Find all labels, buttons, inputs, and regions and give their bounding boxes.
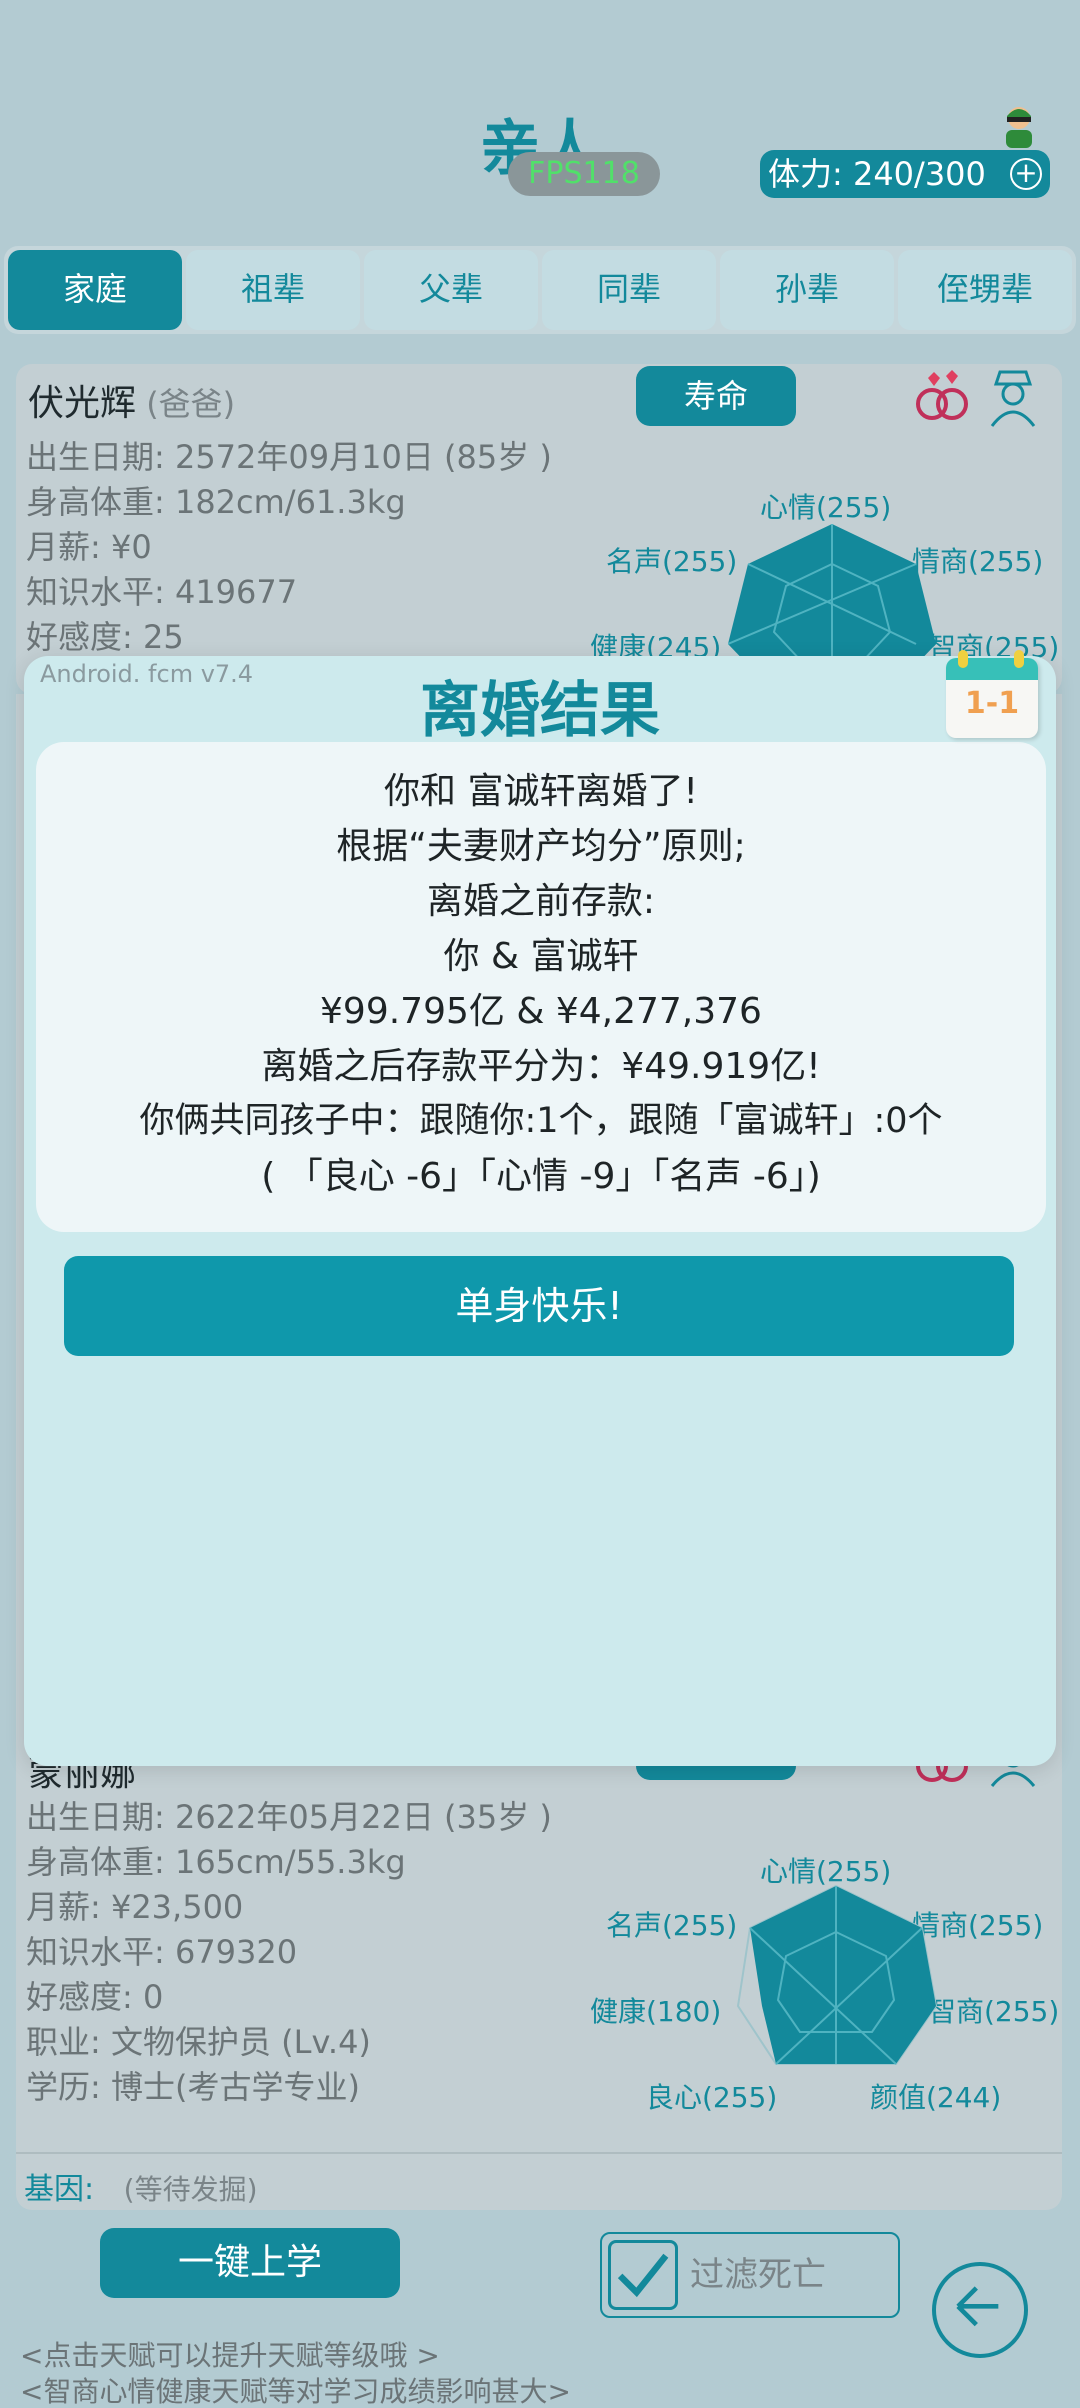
- relation-tabs: 家庭 祖辈 父辈 同辈 孙辈 侄甥辈: [4, 246, 1076, 334]
- card-edge-left: [16, 694, 24, 1764]
- radar-health[interactable]: 健康(180): [590, 1990, 721, 2030]
- back-button[interactable]: [932, 2262, 1028, 2358]
- relative-role: (爸爸): [146, 385, 236, 423]
- relative-card-wife[interactable]: 蒙丽娜 出生日期: 2622年05月22日 (35岁 ) 身高体重: 165cm…: [16, 1728, 1062, 2210]
- tab-parents[interactable]: 父辈: [364, 250, 538, 330]
- tab-grandparents[interactable]: 祖辈: [186, 250, 360, 330]
- filter-label: 过滤死亡: [690, 2255, 826, 2295]
- birth-date: 出生日期: 2572年09月10日 (85岁 ): [26, 438, 552, 476]
- stamina-text: 体力: 240/300: [768, 155, 986, 193]
- life-button[interactable]: 寿命: [636, 366, 796, 426]
- gene-label: 基因:: [24, 2172, 95, 2207]
- person-portrait-icon[interactable]: [986, 368, 1040, 428]
- radar-conscience[interactable]: 良心(255): [646, 2076, 777, 2116]
- filter-checkbox[interactable]: [608, 2240, 678, 2310]
- radar-mood[interactable]: 心情(255): [760, 486, 891, 526]
- gene-value: (等待发掘): [123, 2173, 258, 2206]
- favorability: 好感度: 0: [26, 1978, 164, 2016]
- radar-fame[interactable]: 名声(255): [606, 540, 737, 580]
- calendar-icon[interactable]: 1-1: [944, 650, 1044, 740]
- app-version: Android. fcm v7.4: [40, 660, 254, 688]
- message-line: ¥99.795亿 & ¥4,277,376: [320, 991, 762, 1032]
- relative-name: 伏光辉: [28, 383, 137, 424]
- divorce-result-dialog: 离婚结果 你和 富诚轩离婚了! 根据“夫妻财产均分”原则; 离婚之前存款: 你 …: [24, 656, 1056, 1766]
- message-line: 你和 富诚轩离婚了!: [384, 771, 698, 812]
- calendar-date: 1-1: [964, 686, 1020, 721]
- attribute-radar-chart: [736, 1884, 938, 2065]
- auto-school-button[interactable]: 一键上学: [100, 2228, 400, 2298]
- radar-iq[interactable]: 智商(255): [928, 1990, 1059, 2030]
- hint-text: <智商心情健康天赋等对学习成绩影响甚大>: [20, 2375, 571, 2408]
- divider: [16, 2152, 1062, 2154]
- filter-dead-toggle[interactable]: 过滤死亡: [600, 2232, 900, 2318]
- knowledge-level: 知识水平: 679320: [26, 1933, 298, 1971]
- education: 学历: 博士(考古学专业): [26, 2068, 360, 2106]
- tab-family[interactable]: 家庭: [8, 250, 182, 330]
- radar-looks[interactable]: 颜值(244): [870, 2076, 1001, 2116]
- hint-text: <点击天赋可以提升天赋等级哦 >: [20, 2339, 440, 2372]
- message-line: 你俩共同孩子中：跟随你:1个，跟随「富诚轩」:0个: [139, 1101, 943, 1141]
- message-line: 离婚之后存款平分为：¥49.919亿!: [261, 1046, 821, 1087]
- marriage-rings-icon[interactable]: [912, 368, 974, 424]
- gene-row: 基因: (等待发掘): [24, 2164, 258, 2208]
- arrow-left-icon: [956, 2286, 999, 2327]
- tab-peers[interactable]: 同辈: [542, 250, 716, 330]
- favorability: 好感度: 25: [26, 618, 184, 656]
- stamina-bar: 体力: 240/300 +: [760, 150, 1050, 198]
- player-avatar-icon[interactable]: [998, 104, 1040, 150]
- confirm-button[interactable]: 单身快乐!: [64, 1256, 1014, 1356]
- knowledge-level: 知识水平: 419677: [26, 573, 298, 611]
- message-line: ( 「良心 -6」「心情 -9」「名声 -6」): [261, 1156, 821, 1197]
- checkmark-icon: [617, 2253, 669, 2298]
- add-stamina-icon[interactable]: +: [1010, 158, 1042, 190]
- tab-grandchildren[interactable]: 孙辈: [720, 250, 894, 330]
- occupation: 职业: 文物保护员 (Lv.4): [26, 2023, 371, 2061]
- relative-card-father[interactable]: 伏光辉 (爸爸) 寿命 出生日期: 2572年09月10日 (85岁 ) 身高体…: [16, 364, 1062, 694]
- height-weight: 身高体重: 182cm/61.3kg: [26, 483, 406, 521]
- height-weight: 身高体重: 165cm/55.3kg: [26, 1843, 406, 1881]
- salary: 月薪: ¥0: [26, 528, 152, 566]
- salary: 月薪: ¥23,500: [26, 1888, 244, 1926]
- birth-date: 出生日期: 2622年05月22日 (35岁 ): [26, 1798, 552, 1836]
- message-line: 根据“夫妻财产均分”原则;: [336, 826, 746, 867]
- tab-nephews[interactable]: 侄甥辈: [898, 250, 1072, 330]
- dialog-message: 你和 富诚轩离婚了! 根据“夫妻财产均分”原则; 离婚之前存款: 你 & 富诚轩…: [36, 742, 1046, 1232]
- message-line: 离婚之前存款:: [426, 881, 656, 922]
- radar-fame[interactable]: 名声(255): [606, 1904, 737, 1944]
- message-line: 你 & 富诚轩: [443, 936, 639, 977]
- fps-counter: FPS118: [508, 152, 660, 196]
